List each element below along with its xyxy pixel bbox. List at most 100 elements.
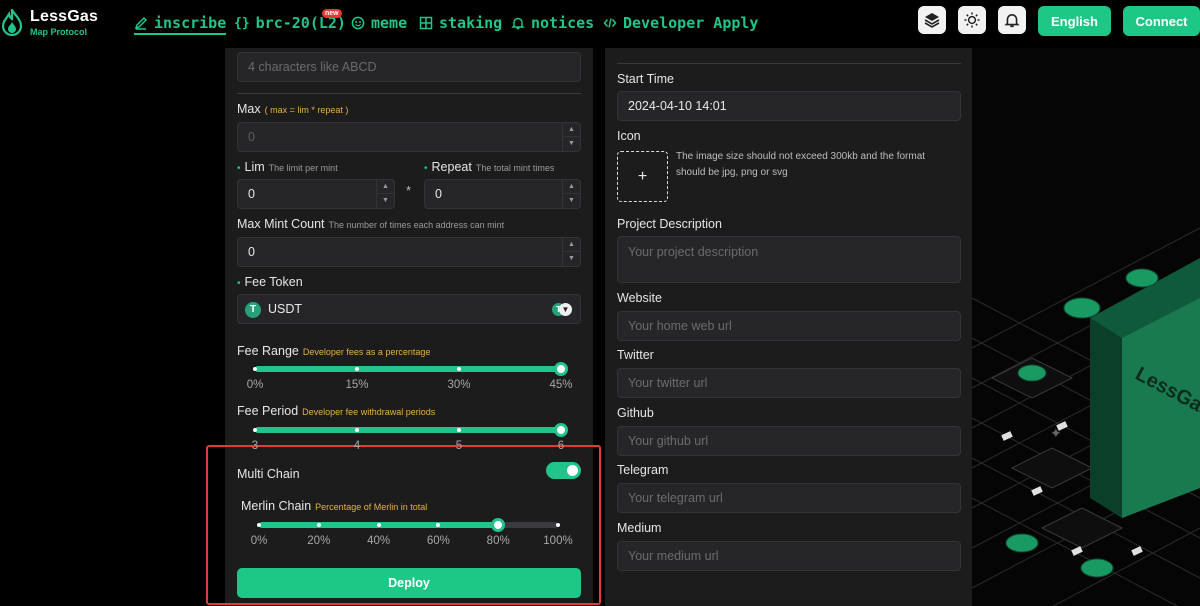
section-divider xyxy=(237,93,581,94)
top-nav-bar: LessGas Map Protocol inscribe {} brc-20(… xyxy=(0,0,1200,48)
decrement-icon[interactable]: ▼ xyxy=(568,255,575,262)
slider-fill xyxy=(255,427,561,433)
lim-label: • Lim The limit per mint xyxy=(237,160,338,174)
increment-icon[interactable]: ▲ xyxy=(563,123,580,137)
nav-developer-apply[interactable]: Developer Apply xyxy=(603,12,758,34)
ticker-input[interactable]: 4 characters like ABCD xyxy=(237,52,581,82)
icon-upload-button[interactable]: + xyxy=(617,151,668,202)
slider-step-dot[interactable] xyxy=(355,367,359,371)
fee-range-slider[interactable] xyxy=(253,362,568,376)
layers-button[interactable] xyxy=(918,6,946,34)
flame-logo-icon xyxy=(1,9,23,37)
slider-step-dot[interactable] xyxy=(457,367,461,371)
brand-logo[interactable]: LessGas Map Protocol xyxy=(0,6,110,40)
bell-icon xyxy=(1004,14,1020,28)
slider-step-dot[interactable] xyxy=(253,367,257,371)
decrement-icon[interactable]: ▼ xyxy=(568,140,575,147)
grid-icon xyxy=(419,16,433,30)
nav-staking[interactable]: staking xyxy=(419,12,502,34)
slider-step-dot[interactable] xyxy=(457,428,461,432)
repeat-label-text: Repeat xyxy=(431,160,472,174)
slider-step-dot[interactable] xyxy=(253,428,257,432)
lim-label-text: Lim xyxy=(244,160,265,174)
max-mint-hint: The number of times each address can min… xyxy=(328,220,505,230)
project-description-textarea[interactable]: Your project description xyxy=(617,236,961,283)
website-label: Website xyxy=(617,291,662,305)
sun-icon xyxy=(964,12,980,28)
nav-staking-label: staking xyxy=(439,14,503,32)
increment-icon[interactable]: ▲ xyxy=(563,238,580,252)
slider-handle[interactable] xyxy=(554,362,568,376)
slider-tick-label: 3 xyxy=(251,440,259,452)
nav-inscribe-label: inscribe xyxy=(154,13,227,32)
project-description-label: Project Description xyxy=(617,217,722,231)
fee-period-label: Fee Period Developer fee withdrawal perio… xyxy=(237,404,435,418)
notifications-button[interactable] xyxy=(998,6,1026,34)
telegram-input[interactable]: Your telegram url xyxy=(617,483,961,513)
chevron-down-icon[interactable]: ▼ xyxy=(559,303,572,316)
language-button[interactable]: English xyxy=(1038,6,1111,36)
slider-fill xyxy=(255,366,561,372)
nav-meme[interactable]: meme xyxy=(351,12,407,34)
nav-notices[interactable]: notices xyxy=(511,12,594,34)
braces-icon: {} xyxy=(234,15,250,31)
twitter-label: Twitter xyxy=(617,348,654,362)
start-time-input[interactable]: 2024-04-10 14:01 xyxy=(617,91,961,121)
slider-tick-label: 45% xyxy=(549,379,573,391)
nav-brc20[interactable]: {} brc-20(L2) new xyxy=(234,9,346,34)
required-dot: • xyxy=(237,278,241,289)
telegram-label: Telegram xyxy=(617,463,669,477)
max-mint-stepper[interactable]: ▲ ▼ xyxy=(562,238,580,266)
theme-toggle-button[interactable] xyxy=(958,6,986,34)
brand-subtitle: Map Protocol xyxy=(30,27,88,37)
max-stepper[interactable]: ▲ ▼ xyxy=(562,123,580,151)
lim-stepper[interactable]: ▲ ▼ xyxy=(376,180,394,208)
decrement-icon[interactable]: ▼ xyxy=(568,197,575,204)
slider-tick-label: 15% xyxy=(345,379,369,391)
increment-icon[interactable]: ▲ xyxy=(563,180,580,194)
github-input[interactable]: Your github url xyxy=(617,426,961,456)
twitter-input[interactable]: Your twitter url xyxy=(617,368,961,398)
plus-icon: + xyxy=(637,167,648,185)
fee-token-value: USDT xyxy=(268,302,303,316)
max-mint-label-text: Max Mint Count xyxy=(237,217,325,231)
smiley-icon xyxy=(351,16,365,30)
fee-token-select[interactable]: T USDT T ▼ xyxy=(237,294,581,324)
pen-icon xyxy=(134,16,148,30)
start-time-label: Start Time xyxy=(617,72,674,86)
slider-step-dot[interactable] xyxy=(355,428,359,432)
nav-notices-label: notices xyxy=(531,14,595,32)
fee-range-label-text: Fee Range xyxy=(237,344,299,358)
fee-period-slider[interactable] xyxy=(253,423,568,437)
fee-range-hint: Developer fees as a percentage xyxy=(302,347,431,357)
slider-tick-label: 0% xyxy=(250,535,268,547)
repeat-input[interactable]: 0 ▲ ▼ xyxy=(424,179,581,209)
max-input[interactable]: 0 ▲ ▼ xyxy=(237,122,581,152)
slider-handle[interactable] xyxy=(554,423,568,437)
max-mint-count-input[interactable]: 0 ▲ ▼ xyxy=(237,237,581,267)
max-hint: ( max = lim * repeat ) xyxy=(264,105,349,115)
nav-developer-apply-label: Developer Apply xyxy=(623,14,759,32)
nav-inscribe[interactable]: inscribe xyxy=(134,12,227,35)
lim-input[interactable]: 0 ▲ ▼ xyxy=(237,179,395,209)
repeat-stepper[interactable]: ▲ ▼ xyxy=(562,180,580,208)
max-mint-input-value: 0 xyxy=(248,245,255,259)
max-mint-count-label: Max Mint Count The number of times each a… xyxy=(237,217,504,231)
new-badge: new xyxy=(322,9,342,18)
fee-period-label-text: Fee Period xyxy=(237,404,299,418)
connect-wallet-button[interactable]: Connect xyxy=(1123,6,1200,36)
repeat-label: • Repeat The total mint times xyxy=(424,160,554,174)
decrement-icon[interactable]: ▼ xyxy=(382,197,389,204)
max-label: Max( max = lim * repeat ) xyxy=(237,102,348,116)
slider-tick-label: 80% xyxy=(486,535,510,547)
annotation-highlight-box xyxy=(206,445,601,605)
slider-tick-label: 0% xyxy=(246,379,264,391)
icon-label: Icon xyxy=(617,129,641,143)
increment-icon[interactable]: ▲ xyxy=(377,180,394,194)
bell-icon xyxy=(511,17,525,30)
decorative-background-art: LessGas ✦ xyxy=(972,48,1200,606)
fee-range-label: Fee Range Developer fees as a percentage xyxy=(237,344,430,358)
max-input-value: 0 xyxy=(248,130,255,144)
website-input[interactable]: Your home web url xyxy=(617,311,961,341)
medium-input[interactable]: Your medium url xyxy=(617,541,961,571)
